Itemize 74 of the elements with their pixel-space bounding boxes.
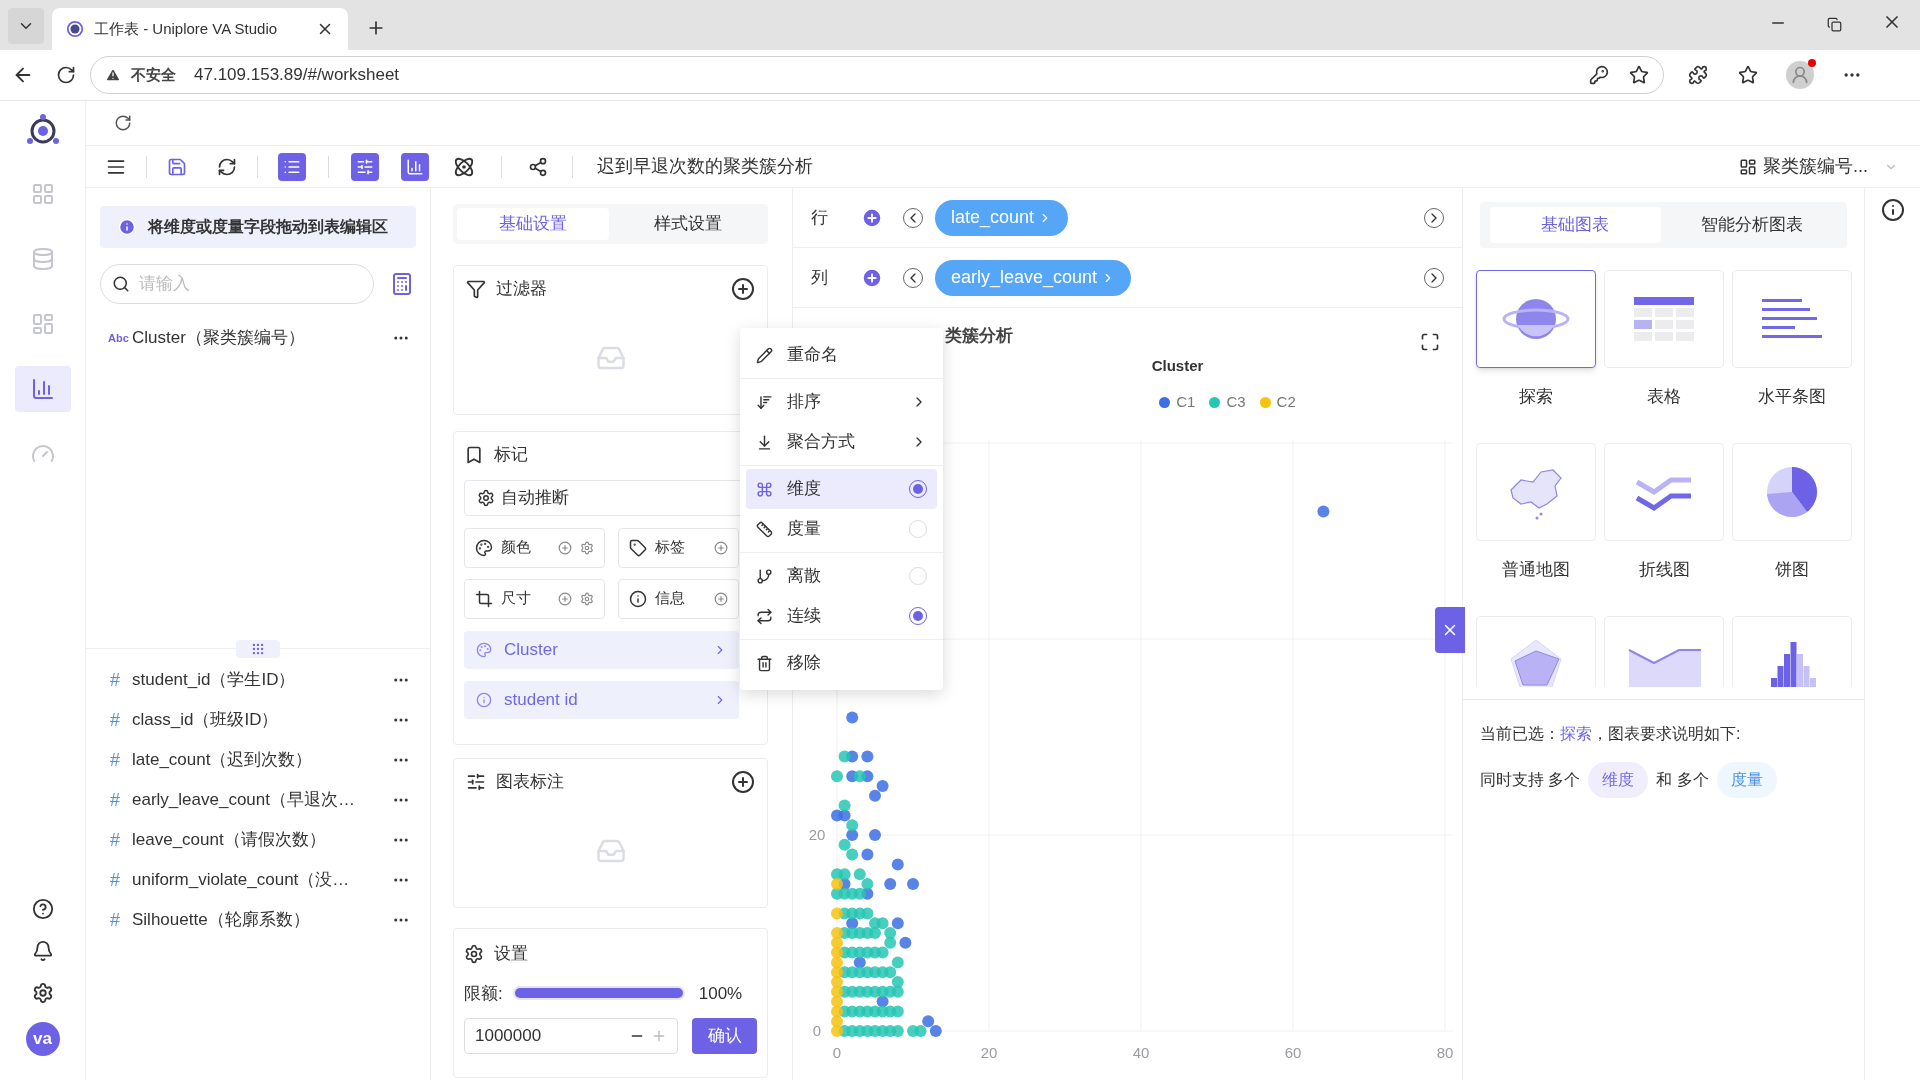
axis-tick-label: 80 bbox=[1436, 1044, 1454, 1061]
assigned-field-pill[interactable]: Cluster bbox=[464, 630, 739, 669]
chart-type-label: 普通地图 bbox=[1502, 559, 1570, 581]
section-title: 图表标注 bbox=[496, 771, 565, 793]
limit-input[interactable]: 1000000 bbox=[464, 1018, 679, 1054]
axis-tick-label: 20 bbox=[980, 1044, 998, 1061]
axis-tick-label: 20 bbox=[808, 826, 826, 843]
chart-category-tab[interactable]: 基础图表 bbox=[1490, 207, 1661, 243]
menu-item[interactable]: 排序 bbox=[746, 382, 937, 422]
field-item[interactable]: # uniform_violate_count（没… bbox=[100, 860, 416, 900]
chart-category-tab[interactable]: 智能分析图表 bbox=[1666, 207, 1837, 243]
channel-label: 信息 bbox=[655, 588, 686, 609]
field-item[interactable]: # leave_count（请假次数） bbox=[100, 820, 416, 860]
description-text: 当前已选：探索，图表要求说明如下: bbox=[1480, 724, 1742, 744]
field-item[interactable]: # late_count（迟到次数） bbox=[100, 740, 416, 780]
channel-label: 标签 bbox=[655, 537, 686, 558]
mark-channel-chip[interactable]: 颜色 bbox=[464, 527, 605, 568]
user-avatar[interactable]: va bbox=[25, 1022, 60, 1056]
axis-tick-label: 0 bbox=[832, 1044, 842, 1061]
settings-tab[interactable]: 样式设置 bbox=[612, 208, 764, 240]
selected-chart-link[interactable]: 探索 bbox=[1560, 725, 1592, 742]
tab-title: 工作表 - Uniplore VA Studio bbox=[94, 18, 279, 39]
field-item[interactable]: Abc Cluster（聚类簇编号） bbox=[100, 320, 416, 356]
worksheet-title: 迟到早退次数的聚类簇分析 bbox=[597, 155, 813, 178]
menu-item[interactable]: 维度 bbox=[746, 469, 937, 509]
section-title: 过滤器 bbox=[496, 278, 548, 300]
axis-tick-label: 0 bbox=[812, 1022, 822, 1039]
chart-type-label: 折线图 bbox=[1638, 559, 1690, 581]
search-field[interactable]: 请输入 bbox=[100, 264, 374, 304]
chart-type-label: 饼图 bbox=[1775, 559, 1809, 581]
chart-title: 类簇分析 bbox=[945, 324, 1013, 347]
field-item[interactable]: # student_id（学生ID） bbox=[100, 660, 416, 700]
legend-label: C3 bbox=[1226, 391, 1246, 412]
legend-label: C1 bbox=[1176, 391, 1196, 412]
mark-channel-chip[interactable]: 标签 bbox=[618, 527, 739, 568]
shelf-label: 列 bbox=[811, 266, 829, 289]
measure-tag: 度量 bbox=[1716, 762, 1777, 798]
dataset-selector[interactable]: 聚类簇编号... bbox=[1739, 153, 1898, 180]
field-item[interactable]: # Silhouette（轮廓系数） bbox=[100, 900, 416, 940]
field-name: Cluster bbox=[504, 638, 559, 661]
support-text: 同时支持 多个 bbox=[1480, 770, 1581, 790]
dimension-tag: 维度 bbox=[1588, 762, 1649, 798]
field-item[interactable]: # class_id（班级ID） bbox=[100, 700, 416, 740]
chart-type-label: 水平条图 bbox=[1758, 386, 1826, 408]
channel-label: 尺寸 bbox=[501, 588, 532, 609]
axis-tick-label: 60 bbox=[1284, 1044, 1302, 1061]
limit-reading: 100% bbox=[698, 982, 743, 1005]
support-text: 和 多个 bbox=[1656, 770, 1709, 790]
confirm-button[interactable]: 确认 bbox=[692, 1018, 757, 1054]
shelf-label: 行 bbox=[811, 206, 829, 229]
hint-text: 将维度或度量字段拖动到表编辑区 bbox=[148, 217, 388, 237]
mark-channel-chip[interactable]: 信息 bbox=[618, 578, 739, 619]
field-item[interactable]: # early_leave_count（早退次… bbox=[100, 780, 416, 820]
legend-title: Cluster bbox=[1151, 355, 1204, 376]
browser-tab[interactable]: 工作表 - Uniplore VA Studio bbox=[52, 8, 348, 50]
channel-label: 颜色 bbox=[501, 537, 532, 558]
assigned-field-pill[interactable]: student id bbox=[464, 680, 739, 719]
menu-item[interactable]: 聚合方式 bbox=[746, 422, 937, 462]
menu-item[interactable]: 重命名 bbox=[746, 335, 937, 375]
field-name: student id bbox=[504, 688, 579, 711]
axis-tick-label: 40 bbox=[1132, 1044, 1150, 1061]
legend-label: C2 bbox=[1276, 391, 1296, 412]
chart-type-label: 表格 bbox=[1647, 386, 1681, 408]
section-title: 设置 bbox=[494, 943, 528, 965]
menu-item[interactable]: 连续 bbox=[746, 596, 937, 636]
section-title: 标记 bbox=[494, 444, 528, 466]
chart-type-label: 探索 bbox=[1519, 386, 1553, 408]
url-text: 47.109.153.89/#/worksheet bbox=[194, 64, 400, 87]
menu-item[interactable]: 移除 bbox=[746, 643, 937, 683]
security-label: 不安全 bbox=[131, 64, 176, 85]
mark-channel-chip[interactable]: 尺寸 bbox=[464, 578, 605, 619]
menu-item[interactable]: 离散 bbox=[746, 556, 937, 596]
settings-tab[interactable]: 基础设置 bbox=[457, 208, 609, 240]
limit-label: 限额: bbox=[464, 982, 503, 1005]
